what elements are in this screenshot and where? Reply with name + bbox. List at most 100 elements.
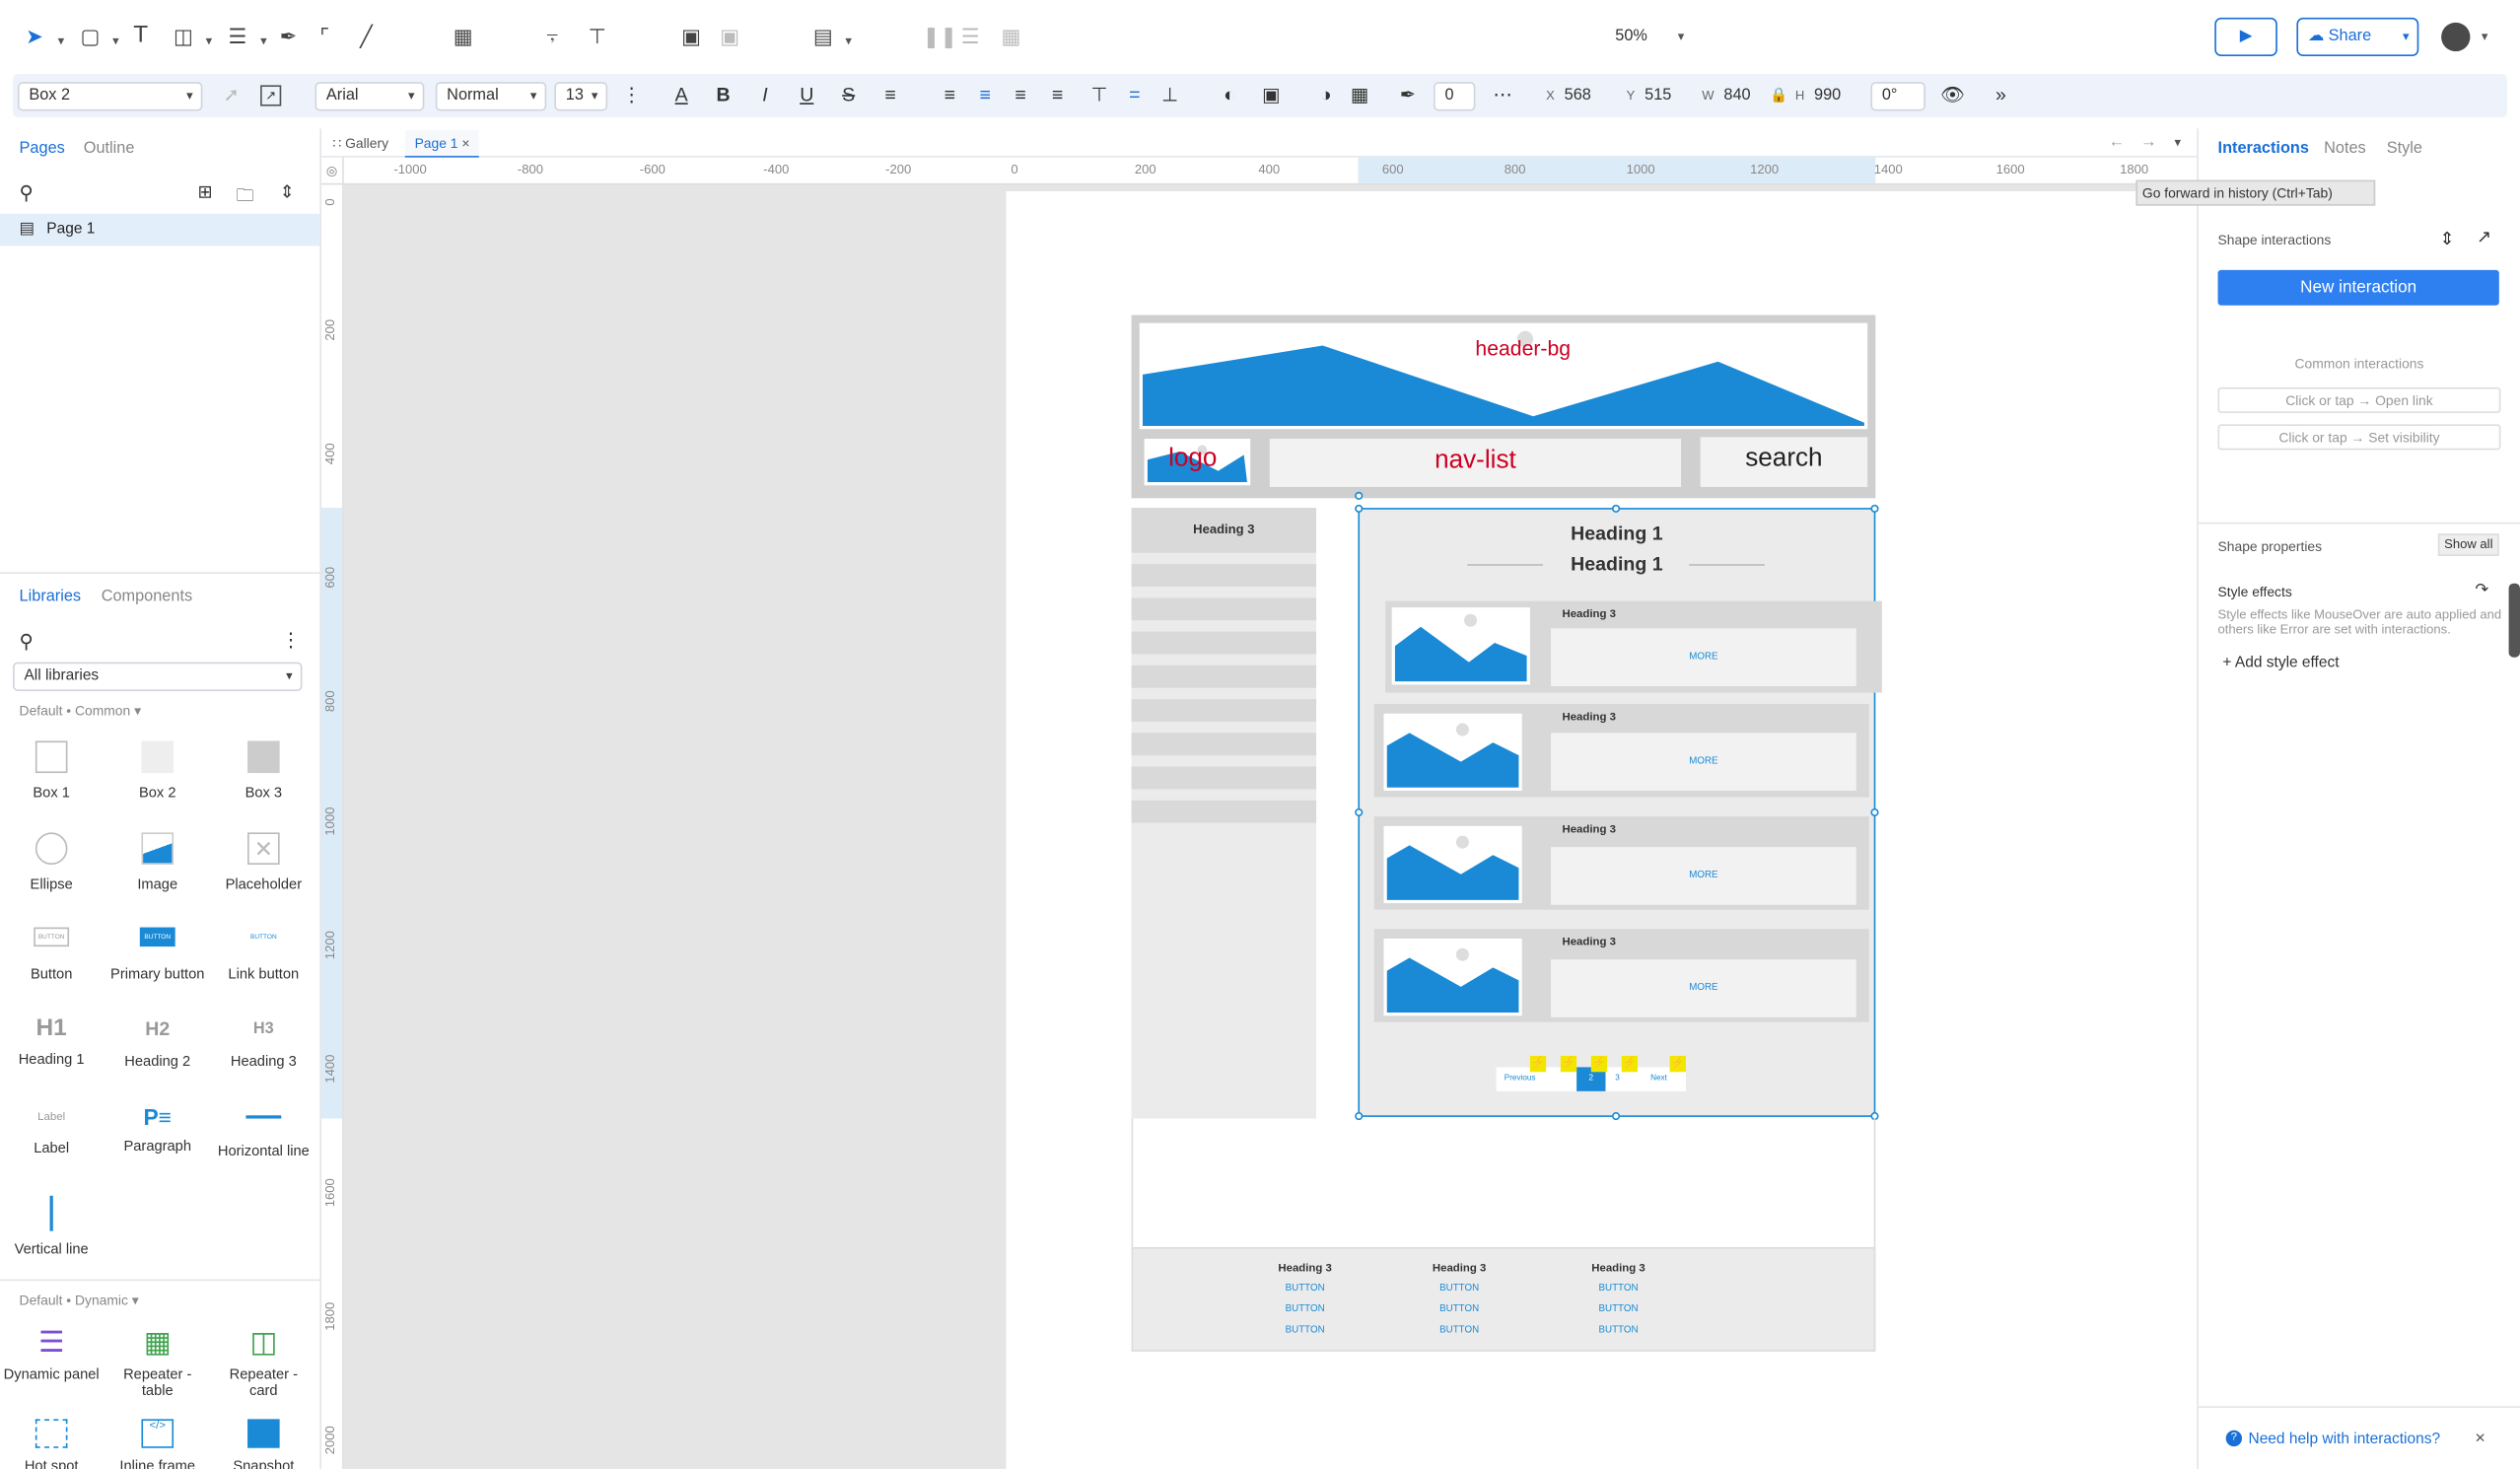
lib-hot-spot[interactable]: Hot spot <box>3 1419 100 1469</box>
tab-libraries[interactable]: Libraries <box>20 587 82 609</box>
chevron-down-icon[interactable]: ▾ <box>845 29 852 54</box>
footer-button[interactable]: BUTTON <box>1257 1305 1354 1315</box>
lib-button[interactable]: BUTTON Button <box>3 927 100 982</box>
tab-outline[interactable]: Outline <box>84 138 135 161</box>
tab-gallery[interactable]: ∷ Gallery <box>332 135 388 153</box>
style-effects-icon[interactable]: ↷ <box>2475 582 2488 599</box>
scroll-thumb[interactable] <box>2508 583 2520 658</box>
nav-list-box[interactable]: nav-list <box>1269 439 1682 487</box>
show-all-button[interactable]: Show all <box>2437 533 2499 557</box>
footer-button[interactable]: BUTTON <box>1257 1326 1354 1336</box>
tab-components[interactable]: Components <box>102 587 192 609</box>
valign-bottom-icon[interactable]: ⊥ <box>1157 82 1183 107</box>
tab-interactions[interactable]: Interactions <box>2218 138 2309 161</box>
popout-icon[interactable]: ↗ <box>2477 227 2491 247</box>
slash-tool-icon[interactable]: ╱ <box>360 24 373 49</box>
shape-style-select[interactable]: Box 2 ▾ <box>17 82 203 111</box>
lib-inline-frame[interactable]: </> Inline frame <box>109 1419 206 1469</box>
footer-button[interactable]: BUTTON <box>1571 1284 1667 1294</box>
page-list-item[interactable]: ▤ Page 1 <box>0 213 320 246</box>
back-arrow-icon[interactable]: ← <box>2109 133 2125 151</box>
interaction-bolt-icon[interactable]: ⚡ <box>1669 1055 1686 1073</box>
tab-style[interactable]: Style <box>2387 138 2422 161</box>
align-center-icon[interactable]: ≡ <box>972 82 998 107</box>
w-field[interactable]: W 840 <box>1702 82 1750 109</box>
align-icon[interactable]: ▤ <box>813 24 833 49</box>
stroke-color-icon[interactable]: ✒ <box>1395 82 1421 107</box>
lib-horizontal-line[interactable]: Horizontal line <box>215 1115 312 1158</box>
lib-box3[interactable]: Box 3 <box>215 740 312 801</box>
more-link[interactable]: MORE <box>1551 959 1856 1017</box>
more-link[interactable]: MORE <box>1551 847 1856 905</box>
section-dynamic[interactable]: Default • Dynamic ▾ <box>20 1293 139 1310</box>
sidebar-item[interactable] <box>1131 665 1317 688</box>
font-family-select[interactable]: Arial ▾ <box>315 82 425 111</box>
lib-paragraph[interactable]: P≡ Paragraph <box>109 1104 206 1154</box>
sidebar-heading-box[interactable]: Heading 3 <box>1131 508 1317 553</box>
rotate-handle[interactable] <box>1355 491 1364 500</box>
more-link[interactable]: MORE <box>1551 733 1856 792</box>
tab-notes[interactable]: Notes <box>2324 138 2366 161</box>
expand-collapse-icon[interactable]: ⇕ <box>2439 228 2454 249</box>
chevron-down-icon[interactable]: ▾ <box>112 29 119 54</box>
sidebar-item[interactable] <box>1131 766 1317 790</box>
sort-icon[interactable]: ⇕ <box>280 181 295 203</box>
lib-label[interactable]: Label Label <box>3 1112 100 1155</box>
share-button[interactable]: ☁ Share ▾ <box>2296 17 2419 57</box>
group-icon[interactable]: ▣ <box>681 24 701 49</box>
add-page-icon[interactable]: ⊞ <box>198 181 213 203</box>
search-icon[interactable]: ⚲ <box>20 181 34 204</box>
footer-button[interactable]: BUTTON <box>1411 1305 1507 1315</box>
eye-icon[interactable]: 👁 <box>1940 82 1966 107</box>
x-field[interactable]: X 568 <box>1546 82 1591 109</box>
pattern-icon[interactable]: ▦ <box>1347 82 1372 107</box>
align-left-icon[interactable]: ≡ <box>937 82 962 107</box>
selected-content-box[interactable] <box>1358 508 1876 1117</box>
rectangle-tool-icon[interactable]: ▢ <box>81 24 101 49</box>
interaction-bolt-icon[interactable]: ⚡ <box>1590 1055 1608 1073</box>
lib-heading3[interactable]: H3 Heading 3 <box>215 1020 312 1069</box>
text-tool-icon[interactable]: T <box>133 22 148 48</box>
new-interaction-button[interactable]: New interaction <box>2217 269 2499 306</box>
lib-box2[interactable]: Box 2 <box>109 740 206 801</box>
align-right-icon[interactable]: ≡ <box>1008 82 1033 107</box>
font-weight-select[interactable]: Normal ▾ <box>435 82 547 111</box>
pen-tool-icon[interactable]: ✒ <box>280 24 298 49</box>
lib-repeater-card[interactable]: ◫ Repeater - card <box>215 1326 312 1398</box>
lock-aspect-icon[interactable]: 🔒 <box>1766 82 1791 107</box>
avatar[interactable] <box>2441 22 2471 52</box>
help-link[interactable]: Need help with interactions? <box>2249 1431 2441 1448</box>
resize-handle[interactable] <box>1355 807 1364 817</box>
item-image[interactable] <box>1391 607 1530 685</box>
library-select[interactable]: All libraries ▾ <box>13 662 303 691</box>
tab-page1[interactable]: Page 1 × <box>404 130 480 158</box>
lib-dynamic-panel[interactable]: ☰ Dynamic panel <box>3 1326 100 1382</box>
forward-arrow-icon[interactable]: → <box>2140 133 2156 151</box>
close-icon[interactable]: × <box>2475 1429 2485 1448</box>
lib-repeater-table[interactable]: ▦ Repeater - table <box>109 1326 206 1398</box>
section-common[interactable]: Default • Common ▾ <box>20 702 141 720</box>
next-link[interactable]: Next <box>1650 1067 1667 1090</box>
more-vertical-icon[interactable]: ⋮ <box>281 628 301 651</box>
opacity-icon[interactable]: ◑ <box>1313 82 1339 107</box>
chevron-down-icon[interactable]: ▾ <box>206 29 213 54</box>
close-icon[interactable]: × <box>461 135 469 151</box>
resize-handle[interactable] <box>1870 504 1879 514</box>
y-field[interactable]: Y 515 <box>1627 82 1672 109</box>
help-icon[interactable]: ? <box>2225 1430 2242 1447</box>
top-edge-icon[interactable]: ⊤ <box>589 24 606 49</box>
layers-tool-icon[interactable]: ☰ <box>228 24 246 49</box>
chevron-down-icon[interactable]: ▾ <box>58 29 65 54</box>
interaction-bolt-icon[interactable]: ⚡ <box>1529 1055 1547 1073</box>
rotation-input[interactable]: 0° <box>1870 82 1925 111</box>
search-icon[interactable]: ⚲ <box>20 630 34 653</box>
stroke-width-input[interactable]: 0 <box>1434 82 1476 111</box>
style-picker-icon[interactable]: ↗ <box>260 85 282 106</box>
valign-middle-icon[interactable]: = <box>1122 82 1148 107</box>
lib-link-button[interactable]: BUTTON Link button <box>215 928 312 982</box>
bold-icon[interactable]: B <box>711 82 736 107</box>
item-image[interactable] <box>1383 713 1522 792</box>
h-field[interactable]: H 990 <box>1795 82 1841 109</box>
footer-button[interactable]: BUTTON <box>1571 1305 1667 1315</box>
resize-handle[interactable] <box>1355 504 1364 514</box>
